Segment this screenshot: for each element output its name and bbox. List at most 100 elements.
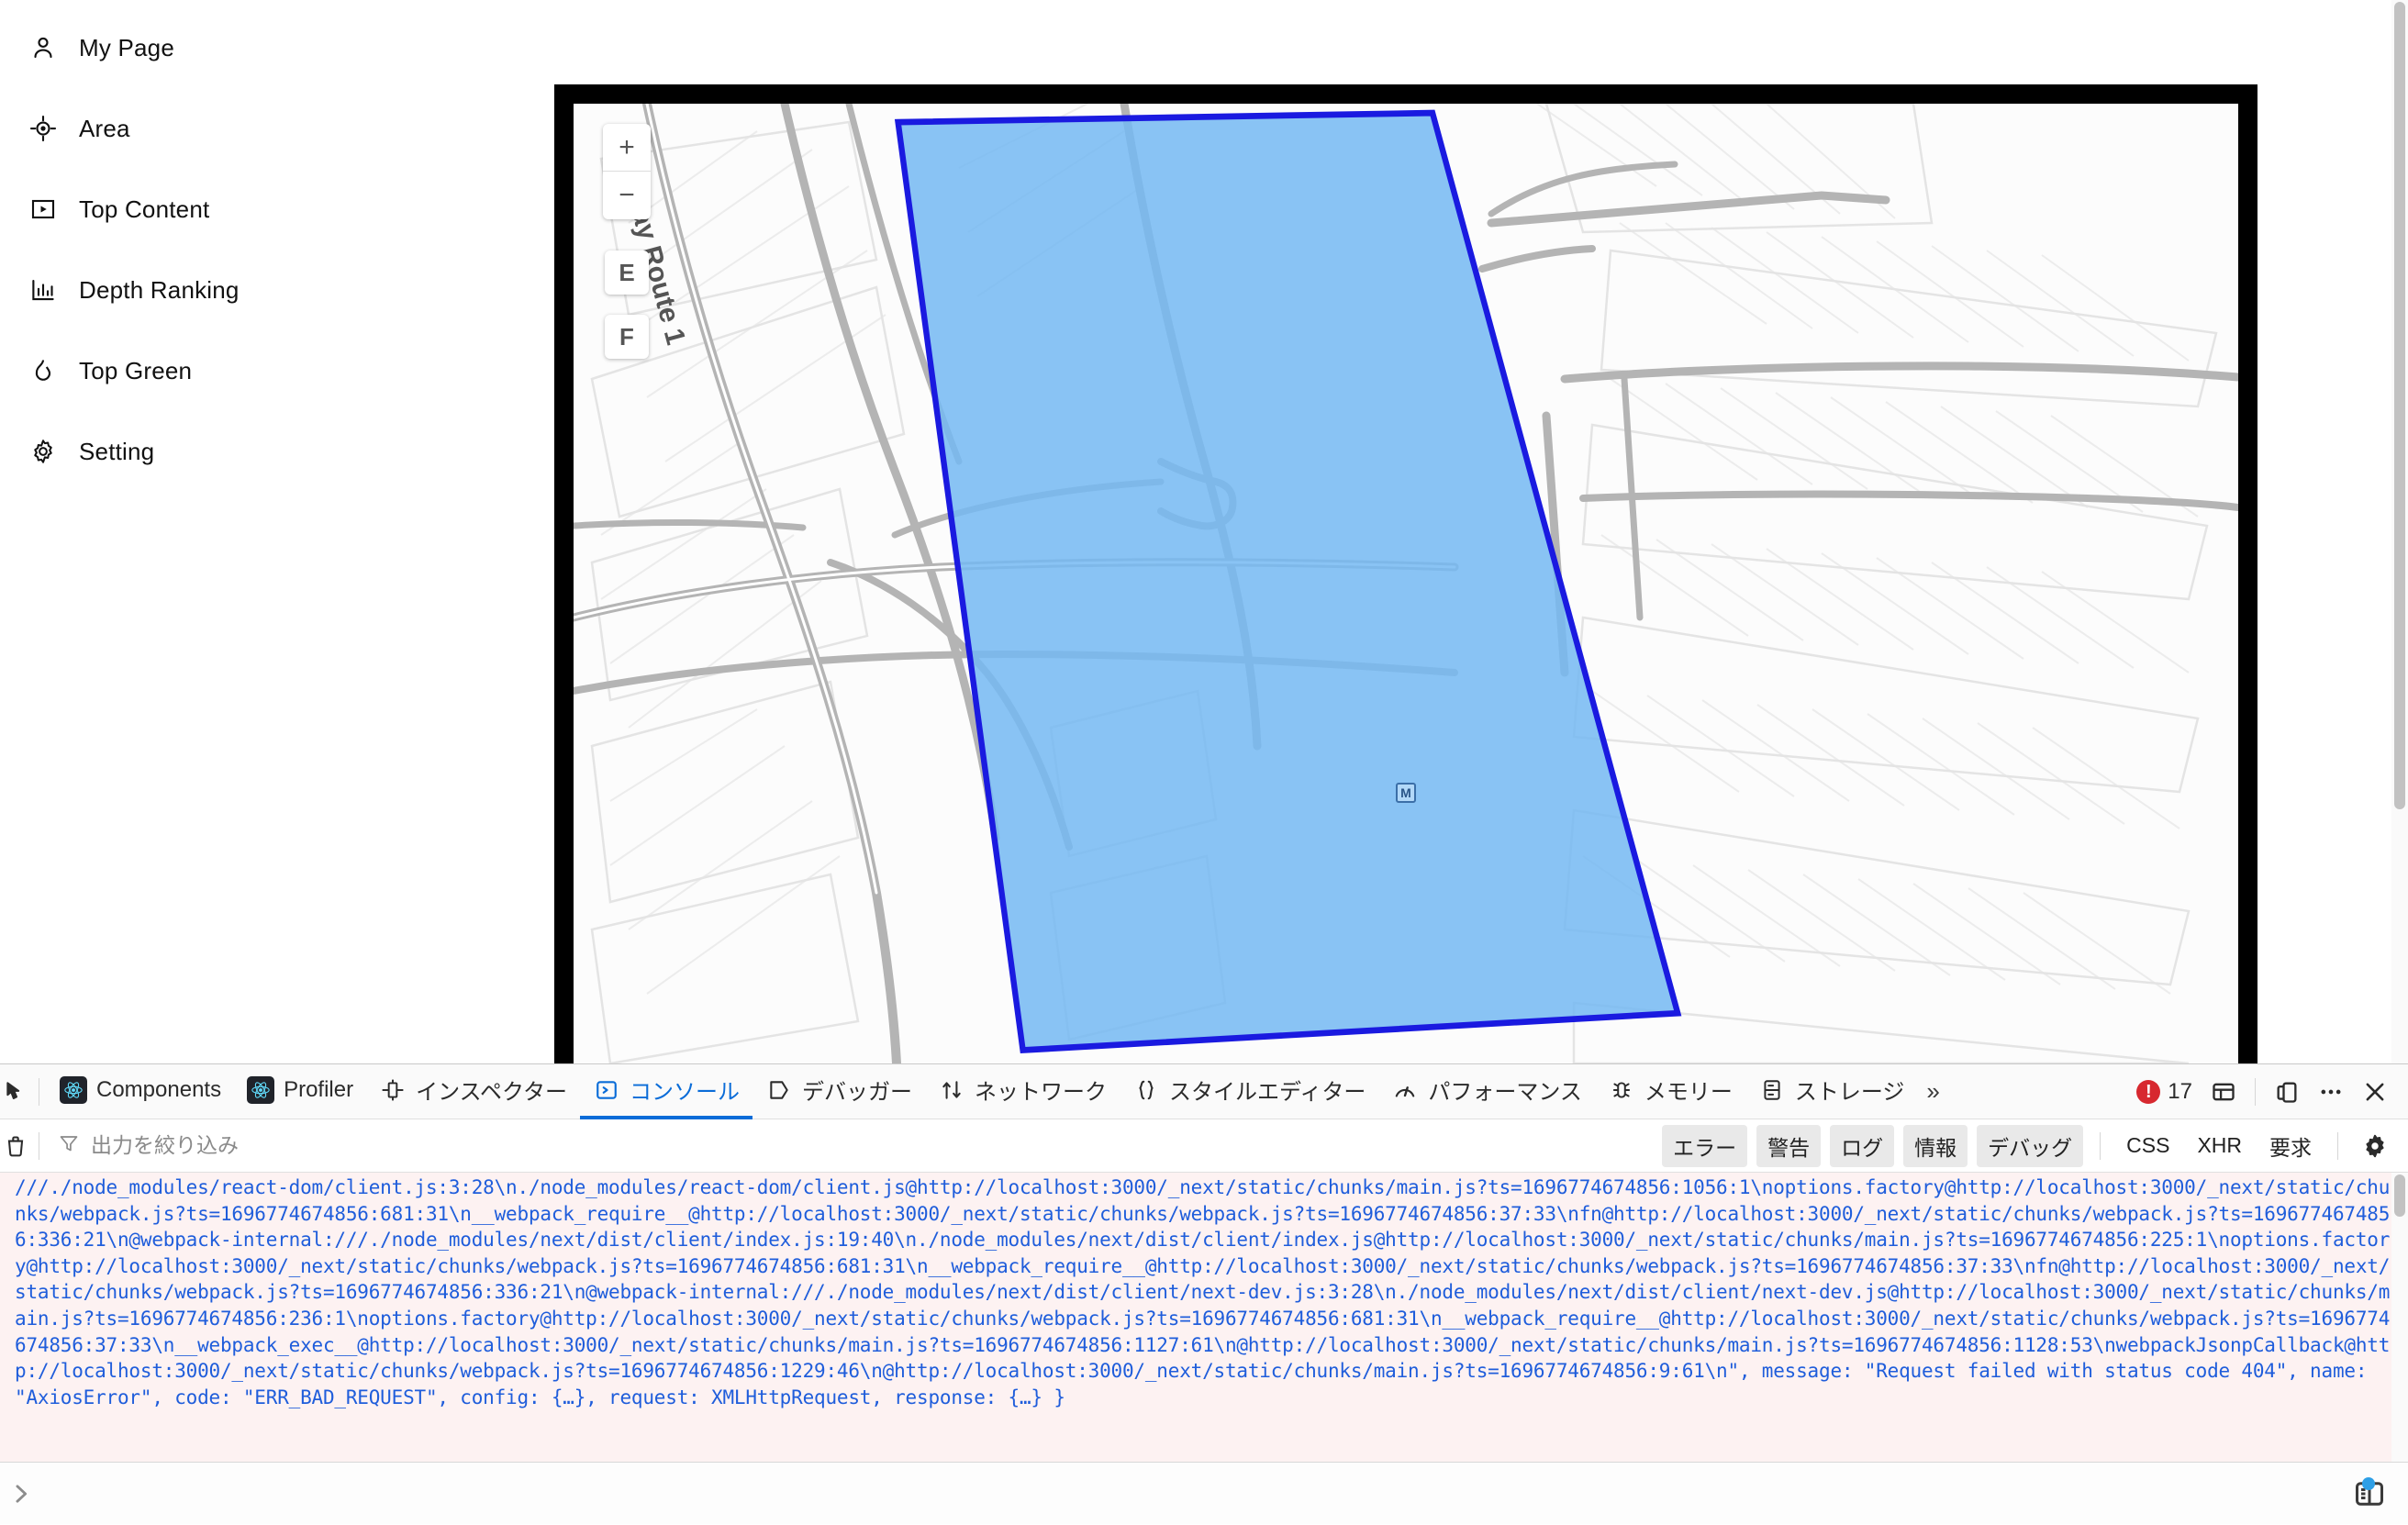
sidebar-nav: My Page Area Top Content Depth Ranking T… xyxy=(0,0,554,1063)
network-icon xyxy=(938,1076,965,1104)
tab-label: メモリー xyxy=(1644,1080,1733,1105)
tab-components[interactable]: Components xyxy=(47,1064,234,1119)
bar-chart-icon xyxy=(28,274,59,306)
tab-label: インスペクター xyxy=(416,1080,567,1105)
filter-level-error[interactable]: エラー xyxy=(1662,1124,1748,1167)
map-canvas[interactable]: ghway Route 1 + − E F M xyxy=(574,104,2238,1063)
clear-console-icon[interactable] xyxy=(0,1119,31,1174)
error-count-badge[interactable]: ! 17 xyxy=(2129,1079,2200,1105)
console-filter-bar: エラー 警告 ログ 情報 デバッグ CSS XHR 要求 xyxy=(0,1119,2408,1173)
error-count-label: 17 xyxy=(2168,1078,2192,1104)
sidebar-item-label: Top Content xyxy=(79,195,210,223)
error-icon: ! xyxy=(2136,1079,2161,1104)
close-devtools-icon[interactable] xyxy=(2355,1072,2395,1112)
sidebar-item-my-page[interactable]: My Page xyxy=(0,7,554,88)
more-options-icon[interactable] xyxy=(2311,1072,2351,1112)
application-viewport: My Page Area Top Content Depth Ranking T… xyxy=(0,0,2408,1063)
tab-console[interactable]: コンソール xyxy=(580,1064,752,1119)
filter-flag-xhr[interactable]: XHR xyxy=(2188,1128,2251,1163)
gear-icon xyxy=(28,436,59,467)
sidebar-item-label: Depth Ranking xyxy=(79,275,240,304)
tab-label: ネットワーク xyxy=(975,1080,1107,1105)
sidebar-item-top-green[interactable]: Top Green xyxy=(0,330,554,411)
tab-performance[interactable]: パフォーマンス xyxy=(1378,1064,1595,1119)
map-zoom-controls[interactable]: + − xyxy=(603,124,651,219)
filter-level-info[interactable]: 情報 xyxy=(1903,1124,1968,1167)
devtools-toolbar: Components Profiler インスペクター コンソール デバッガー … xyxy=(0,1064,2408,1119)
devtools-toolbar-right: ! 17 xyxy=(2129,1064,2408,1119)
devtools-panel: Components Profiler インスペクター コンソール デバッガー … xyxy=(0,1063,2408,1524)
dock-layout-icon[interactable] xyxy=(2203,1072,2244,1112)
console-output-area[interactable]: ///./node_modules/react-dom/client.js:3:… xyxy=(0,1173,2408,1462)
map-vector-layer: ghway Route 1 xyxy=(574,104,2238,1063)
filter-divider xyxy=(2100,1131,2101,1160)
tabs-overflow-button[interactable]: » xyxy=(1917,1077,1948,1106)
style-editor-icon xyxy=(1132,1076,1160,1104)
storage-icon xyxy=(1758,1076,1786,1104)
play-square-icon xyxy=(28,194,59,225)
map-button-e[interactable]: E xyxy=(605,250,649,295)
debugger-icon xyxy=(765,1076,793,1104)
split-console-icon[interactable] xyxy=(2349,1474,2390,1514)
tab-label: パフォーマンス xyxy=(1428,1080,1582,1105)
filter-flag-css[interactable]: CSS xyxy=(2117,1128,2179,1163)
zoom-in-button[interactable]: + xyxy=(603,124,651,172)
tab-label: Profiler xyxy=(284,1076,354,1102)
tab-inspector[interactable]: インスペクター xyxy=(366,1064,580,1119)
page-scrollbar-thumb[interactable] xyxy=(2394,2,2405,809)
filter-funnel-icon xyxy=(58,1132,80,1159)
filter-toggle-group: エラー 警告 ログ 情報 デバッグ CSS XHR 要求 xyxy=(1662,1124,2408,1167)
target-icon xyxy=(28,113,59,144)
console-filter-input[interactable] xyxy=(91,1133,641,1158)
tab-memory[interactable]: メモリー xyxy=(1595,1064,1745,1119)
tab-label: デバッガー xyxy=(802,1080,912,1105)
prompt-chevron-icon xyxy=(0,1463,42,1525)
console-command-input[interactable] xyxy=(42,1482,2408,1505)
filter-level-log[interactable]: ログ xyxy=(1830,1124,1895,1167)
console-icon xyxy=(593,1076,620,1104)
sidebar-item-depth-ranking[interactable]: Depth Ranking xyxy=(0,250,554,330)
console-input-row[interactable] xyxy=(0,1462,2408,1524)
performance-icon xyxy=(1391,1076,1419,1104)
filter-divider xyxy=(2337,1131,2338,1160)
react-icon xyxy=(60,1075,87,1104)
console-scrollbar-thumb[interactable] xyxy=(2394,1174,2405,1217)
react-icon xyxy=(247,1075,275,1104)
memory-icon xyxy=(1608,1076,1635,1104)
zoom-out-button[interactable]: − xyxy=(603,172,651,219)
map-button-f[interactable]: F xyxy=(605,315,649,359)
filter-input-group[interactable] xyxy=(47,1132,1662,1159)
element-picker-icon[interactable] xyxy=(0,1064,31,1119)
tab-label: Components xyxy=(96,1076,222,1102)
sidebar-item-label: Top Green xyxy=(79,356,193,384)
tab-label: スタイルエディター xyxy=(1169,1080,1366,1105)
tab-storage[interactable]: ストレージ xyxy=(1745,1064,1918,1119)
tab-label: ストレージ xyxy=(1794,1080,1905,1105)
sidebar-item-label: Area xyxy=(79,114,130,142)
console-settings-gear-icon[interactable] xyxy=(2355,1126,2395,1166)
sidebar-item-label: My Page xyxy=(79,33,175,61)
toolbar-divider xyxy=(2255,1077,2256,1106)
tab-network[interactable]: ネットワーク xyxy=(925,1064,1120,1119)
sidebar-item-area[interactable]: Area xyxy=(0,88,554,169)
user-icon xyxy=(28,32,59,63)
map-frame: ghway Route 1 + − E F M xyxy=(554,84,2258,1063)
responsive-design-mode-icon[interactable] xyxy=(2267,1072,2307,1112)
tab-style-editor[interactable]: スタイルエディター xyxy=(1120,1064,1378,1119)
flame-icon xyxy=(28,355,59,386)
tab-profiler[interactable]: Profiler xyxy=(234,1064,366,1119)
tab-label: コンソール xyxy=(630,1080,740,1105)
tab-debugger[interactable]: デバッガー xyxy=(752,1064,925,1119)
inspector-icon xyxy=(379,1076,407,1104)
filter-flag-requests[interactable]: 要求 xyxy=(2260,1125,2321,1167)
sidebar-item-setting[interactable]: Setting xyxy=(0,411,554,492)
console-error-message: ///./node_modules/react-dom/client.js:3:… xyxy=(15,1176,2391,1408)
console-scrollbar[interactable] xyxy=(2391,1173,2408,1462)
sidebar-item-top-content[interactable]: Top Content xyxy=(0,169,554,250)
filter-level-warning[interactable]: 警告 xyxy=(1756,1124,1822,1167)
map-marker-m[interactable]: M xyxy=(1396,783,1416,803)
sidebar-item-label: Setting xyxy=(79,437,155,465)
filter-level-debug[interactable]: デバッグ xyxy=(1977,1124,2084,1167)
page-scrollbar[interactable] xyxy=(2391,0,2408,1063)
notification-dot xyxy=(2362,1476,2375,1490)
